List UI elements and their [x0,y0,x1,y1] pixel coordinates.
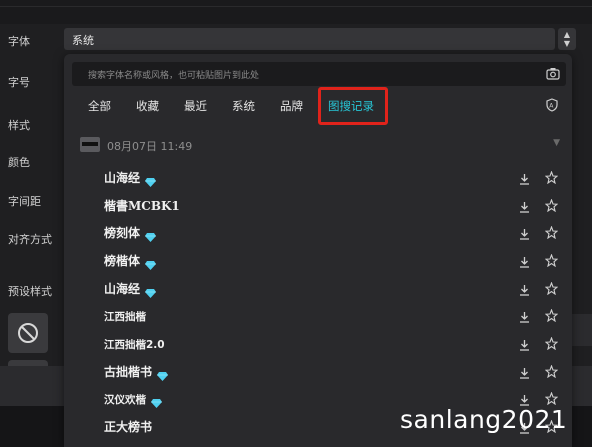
font-name: 榜楷体 [104,254,141,268]
tab-brand[interactable]: 品牌 [280,98,303,114]
vip-diamond-icon [145,283,156,302]
svg-text:A: A [549,103,554,110]
history-date: 08月07日 11:49 [107,140,193,153]
font-select-stepper[interactable]: ▲ ▼ [558,28,576,50]
font-name: 山海经 [104,282,141,296]
label-alignment: 对齐方式 [8,233,52,246]
label-letter-spacing: 字间距 [8,195,41,208]
vip-diamond-icon [145,255,156,274]
font-list-item[interactable]: 榜楷体 [64,247,572,273]
vip-diamond-icon [145,227,156,246]
search-placeholder: 搜索字体名称或风格，也可粘贴图片到此处 [88,71,260,81]
label-preset-style: 预设样式 [8,285,52,298]
font-name: 江西拙楷 [104,311,146,323]
no-style-icon [18,323,38,343]
label-style: 样式 [8,119,30,132]
font-list-item[interactable]: 古拙楷书 [64,358,572,384]
font-list-item[interactable]: 山海经 [64,275,572,301]
label-size: 字号 [8,76,30,89]
watermark: sanlang2021 [400,405,568,434]
favorite-star-icon[interactable] [544,224,559,243]
vip-diamond-icon [157,366,168,385]
font-list-item[interactable]: 榜刻体 [64,219,572,245]
font-list-item[interactable]: 江西拙楷2.0 [64,330,572,356]
label-color: 颜色 [8,156,30,169]
font-list-item[interactable]: 楷書MCBK1 [64,192,572,218]
top-bar [0,0,592,24]
font-name: 楷書MCBK1 [104,199,180,213]
tab-recent[interactable]: 最近 [184,98,207,114]
font-select[interactable]: 系统 [64,28,555,50]
download-icon[interactable] [519,336,530,355]
download-icon[interactable] [519,281,530,300]
preset-none-button[interactable] [8,313,48,353]
tab-system[interactable]: 系统 [232,98,255,114]
download-icon[interactable] [519,170,530,189]
download-icon[interactable] [519,308,530,327]
tab-favorites[interactable]: 收藏 [136,98,159,114]
font-search-input[interactable]: 搜索字体名称或风格，也可粘贴图片到此处 [72,62,566,86]
font-name: 山海经 [104,171,141,185]
font-name: 榜刻体 [104,226,141,240]
favorite-star-icon[interactable] [544,197,559,216]
camera-icon[interactable] [546,67,560,80]
font-license-filter-icon[interactable]: A [545,98,559,112]
right-panel-edge [572,366,592,406]
font-picker-popup: 搜索字体名称或风格，也可粘贴图片到此处 全部 收藏 最近 系统 品牌 图搜记录 … [64,54,572,447]
bottom-panel-left [0,366,64,406]
history-date-header[interactable]: 08月07日 11:49 ▼ [80,136,560,154]
highlight-box [318,87,388,125]
chevron-down-icon: ▼ [563,39,571,48]
font-name: 江西拙楷2.0 [104,339,165,351]
favorite-star-icon[interactable] [544,169,559,188]
font-name: 正大榜书 [104,420,153,434]
download-icon[interactable] [519,225,530,244]
label-font: 字体 [8,35,30,48]
vip-diamond-icon [145,172,156,191]
favorite-star-icon[interactable] [544,363,559,382]
font-list-item[interactable]: 江西拙楷 [64,302,572,328]
chevron-up-icon: ▲ [563,30,571,39]
download-icon[interactable] [519,364,530,383]
download-icon[interactable] [519,253,530,272]
download-icon[interactable] [519,198,530,217]
search-image-thumbnail [80,137,100,152]
font-name: 汉仪欢楷 [104,394,146,406]
font-list-item[interactable]: 山海经 [64,164,572,190]
tab-all[interactable]: 全部 [88,98,111,114]
chevron-down-icon[interactable]: ▼ [553,138,560,148]
favorite-star-icon[interactable] [544,335,559,354]
favorite-star-icon[interactable] [544,252,559,271]
favorite-star-icon[interactable] [544,307,559,326]
favorite-star-icon[interactable] [544,280,559,299]
font-name: 古拙楷书 [104,365,153,379]
right-panel-edge [572,314,592,346]
vip-diamond-icon [151,393,162,412]
